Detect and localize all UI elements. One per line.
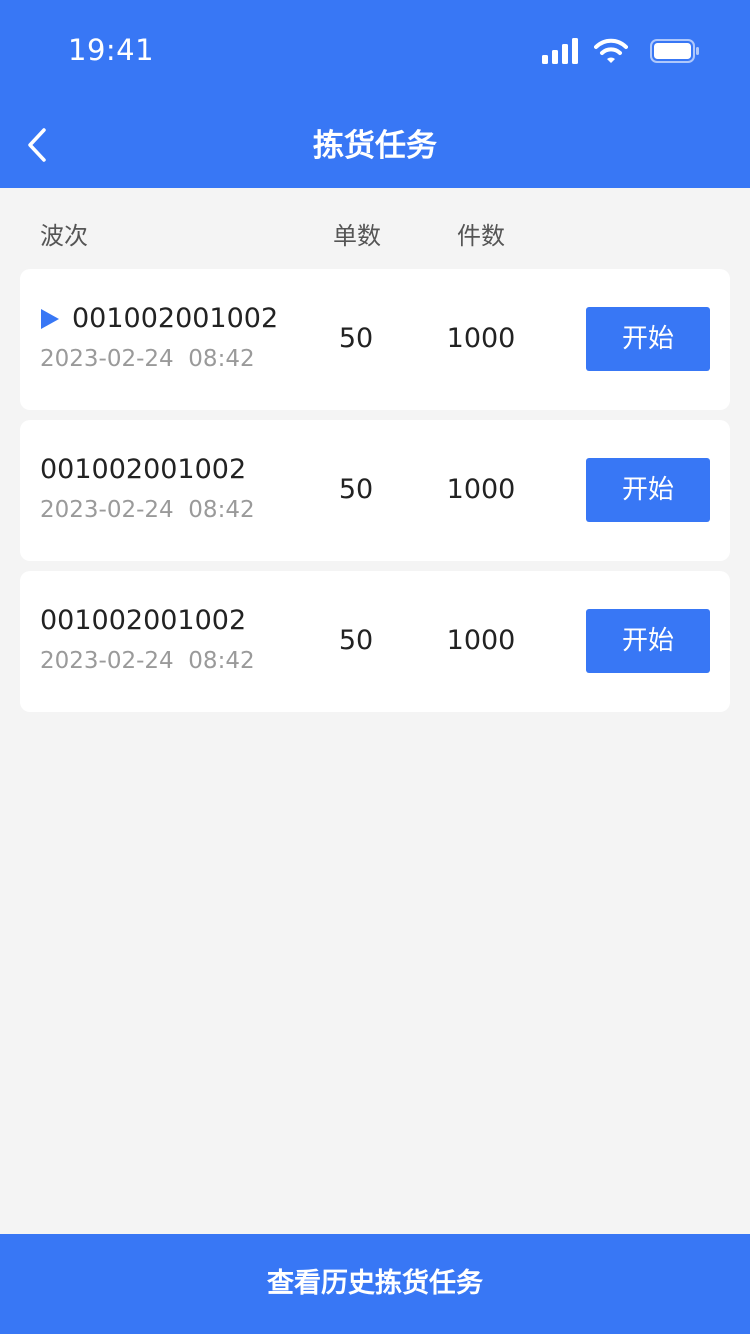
task-card: 001002001002 2023-02-24 08:42 50 1000 开始 [20,571,730,712]
task-datetime: 2023-02-24 08:42 [40,492,255,528]
task-datetime: 2023-02-24 08:42 [40,341,255,377]
wifi-icon [594,38,628,63]
item-count: 1000 [446,323,516,354]
status-time: 19:41 [68,33,155,67]
task-date: 2023-02-24 [40,346,174,372]
view-history-label: 查看历史拣货任务 [267,1268,483,1299]
task-time: 08:42 [188,346,255,372]
order-count: 50 [338,625,374,656]
task-date: 2023-02-24 [40,497,174,523]
task-time: 08:42 [188,648,255,674]
status-icons [542,36,700,66]
start-button[interactable]: 开始 [586,307,710,371]
item-count: 1000 [446,625,516,656]
start-button[interactable]: 开始 [586,458,710,522]
order-count: 50 [338,323,374,354]
column-header-orders: 单数 [333,222,381,250]
page-title: 拣货任务 [313,128,437,164]
item-count: 1000 [446,474,516,505]
column-header-items: 件数 [457,222,505,250]
signal-icon [542,38,578,64]
wave-number: 001002001002 [72,303,279,334]
start-button[interactable]: 开始 [586,609,710,673]
task-datetime: 2023-02-24 08:42 [40,643,255,679]
view-history-button[interactable]: 查看历史拣货任务 [0,1234,750,1334]
wave-number: 001002001002 [40,454,247,485]
task-card: 001002001002 2023-02-24 08:42 50 1000 开始 [20,420,730,561]
play-triangle-icon [41,309,59,329]
task-date: 2023-02-24 [40,648,174,674]
task-card: 001002001002 2023-02-24 08:42 50 1000 开始 [20,269,730,410]
column-header-wave: 波次 [40,222,88,250]
app-header: 19:41 拣货任务 [0,0,750,188]
task-time: 08:42 [188,497,255,523]
battery-icon [650,39,699,63]
wave-number: 001002001002 [40,605,247,636]
order-count: 50 [338,474,374,505]
